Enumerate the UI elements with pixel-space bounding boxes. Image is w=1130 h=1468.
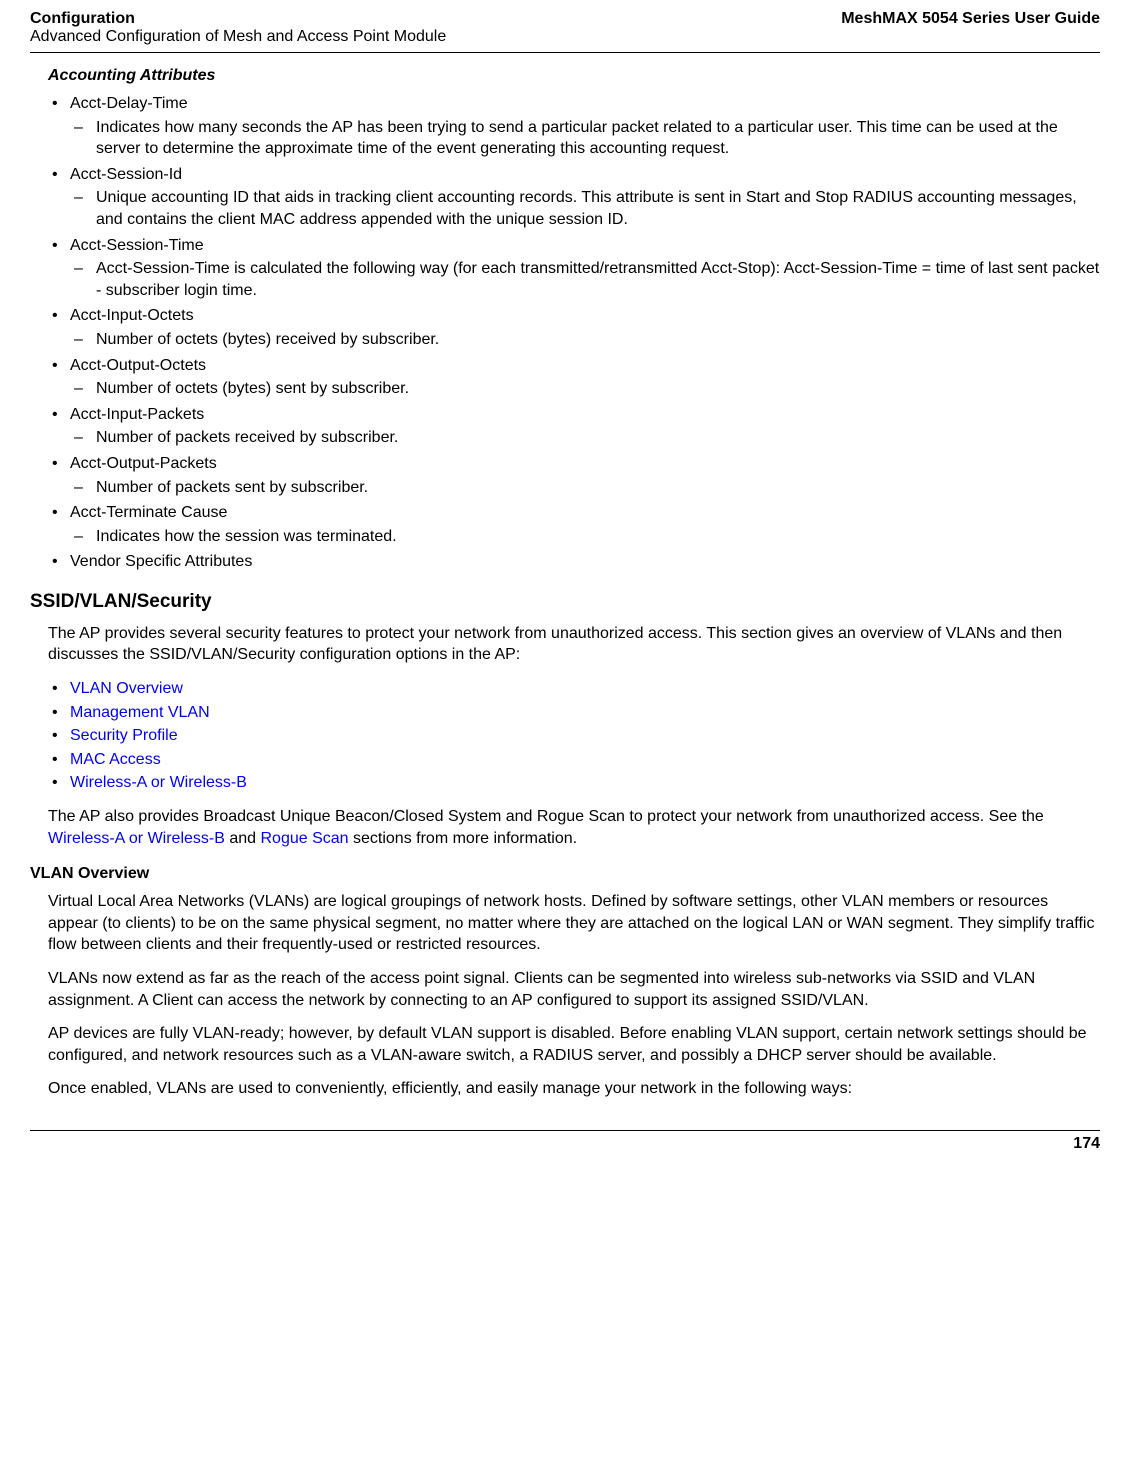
attr-label: Acct-Delay-Time [70, 95, 188, 112]
header-guide-title: MeshMAX 5054 Series User Guide [841, 10, 1100, 28]
header-left: Configuration Advanced Configuration of … [30, 10, 446, 46]
list-item: Wireless-A or Wireless-B [48, 772, 1100, 794]
sub-item: Number of packets received by subscriber… [70, 427, 1100, 449]
attr-label: Acct-Session-Time [70, 237, 204, 254]
sub-item: Number of packets sent by subscriber. [70, 477, 1100, 499]
note-text-mid: and [225, 830, 261, 847]
list-item: VLAN Overview [48, 678, 1100, 700]
header-section-title: Configuration [30, 10, 446, 28]
link-wireless-a-b[interactable]: Wireless-A or Wireless-B [70, 774, 247, 791]
link-vlan-overview[interactable]: VLAN Overview [70, 680, 183, 697]
accounting-attributes-heading: Accounting Attributes [48, 67, 1100, 85]
list-item: MAC Access [48, 749, 1100, 771]
sub-list: Number of packets sent by subscriber. [70, 477, 1100, 499]
sub-list: Indicates how many seconds the AP has be… [70, 117, 1100, 160]
attr-label: Acct-Session-Id [70, 166, 182, 183]
page-container: Configuration Advanced Configuration of … [0, 0, 1130, 1183]
sub-item: Unique accounting ID that aids in tracki… [70, 187, 1100, 230]
ssid-note-paragraph: The AP also provides Broadcast Unique Be… [48, 806, 1100, 849]
sub-list: Number of octets (bytes) sent by subscri… [70, 378, 1100, 400]
sub-list: Indicates how the session was terminated… [70, 526, 1100, 548]
note-text-post: sections from more information. [349, 830, 578, 847]
list-item: Management VLAN [48, 702, 1100, 724]
header-section-subtitle: Advanced Configuration of Mesh and Acces… [30, 28, 446, 46]
ssid-intro-paragraph: The AP provides several security feature… [48, 623, 1100, 666]
attr-label: Acct-Output-Octets [70, 357, 206, 374]
list-item: Acct-Session-Id Unique accounting ID tha… [48, 164, 1100, 231]
accounting-attributes-list: Acct-Delay-Time Indicates how many secon… [48, 93, 1100, 573]
vlan-overview-heading: VLAN Overview [30, 865, 1100, 883]
link-mac-access[interactable]: MAC Access [70, 751, 161, 768]
sub-item: Number of octets (bytes) sent by subscri… [70, 378, 1100, 400]
link-management-vlan[interactable]: Management VLAN [70, 704, 210, 721]
vlan-paragraph-2: VLANs now extend as far as the reach of … [48, 968, 1100, 1011]
list-item: Security Profile [48, 725, 1100, 747]
page-header: Configuration Advanced Configuration of … [30, 10, 1100, 53]
sub-item: Indicates how many seconds the AP has be… [70, 117, 1100, 160]
vlan-paragraph-1: Virtual Local Area Networks (VLANs) are … [48, 891, 1100, 956]
vlan-paragraph-3: AP devices are fully VLAN-ready; however… [48, 1023, 1100, 1066]
attr-label: Acct-Terminate Cause [70, 504, 227, 521]
attr-label: Vendor Specific Attributes [70, 553, 252, 570]
ssid-vlan-security-heading: SSID/VLAN/Security [30, 591, 1100, 613]
list-item: Acct-Session-Time Acct-Session-Time is c… [48, 235, 1100, 302]
link-rogue-scan[interactable]: Rogue Scan [261, 830, 349, 847]
link-security-profile[interactable]: Security Profile [70, 727, 178, 744]
ssid-link-list: VLAN Overview Management VLAN Security P… [48, 678, 1100, 794]
vlan-paragraph-4: Once enabled, VLANs are used to convenie… [48, 1078, 1100, 1100]
attr-label: Acct-Output-Packets [70, 455, 217, 472]
page-number: 174 [1073, 1135, 1100, 1152]
link-wireless-a-b-inline[interactable]: Wireless-A or Wireless-B [48, 830, 225, 847]
list-item: Acct-Delay-Time Indicates how many secon… [48, 93, 1100, 160]
list-item: Acct-Input-Octets Number of octets (byte… [48, 305, 1100, 350]
sub-list: Number of packets received by subscriber… [70, 427, 1100, 449]
attr-label: Acct-Input-Octets [70, 307, 194, 324]
sub-list: Acct-Session-Time is calculated the foll… [70, 258, 1100, 301]
sub-list: Unique accounting ID that aids in tracki… [70, 187, 1100, 230]
list-item: Acct-Output-Octets Number of octets (byt… [48, 355, 1100, 400]
list-item: Vendor Specific Attributes [48, 551, 1100, 573]
sub-item: Acct-Session-Time is calculated the foll… [70, 258, 1100, 301]
note-text-pre: The AP also provides Broadcast Unique Be… [48, 808, 1044, 825]
list-item: Acct-Input-Packets Number of packets rec… [48, 404, 1100, 449]
list-item: Acct-Terminate Cause Indicates how the s… [48, 502, 1100, 547]
sub-list: Number of octets (bytes) received by sub… [70, 329, 1100, 351]
sub-item: Number of octets (bytes) received by sub… [70, 329, 1100, 351]
page-footer: 174 [30, 1130, 1100, 1153]
list-item: Acct-Output-Packets Number of packets se… [48, 453, 1100, 498]
attr-label: Acct-Input-Packets [70, 406, 204, 423]
sub-item: Indicates how the session was terminated… [70, 526, 1100, 548]
